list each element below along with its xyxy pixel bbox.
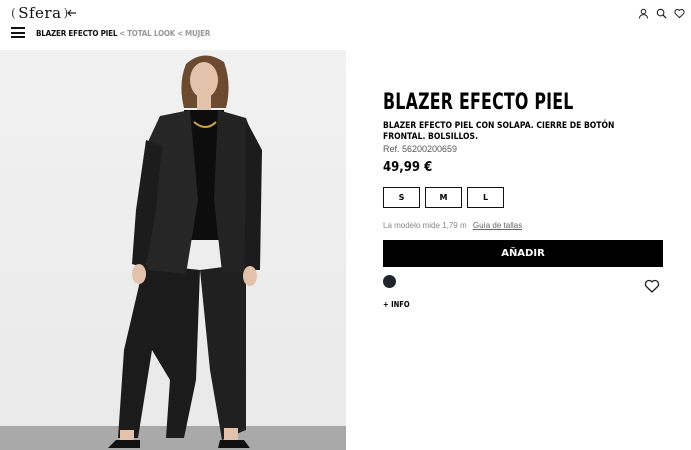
- search-icon[interactable]: [656, 8, 667, 19]
- breadcrumb-current: BLAZER EFECTO PIEL: [36, 29, 118, 38]
- breadcrumb: BLAZER EFECTO PIEL < TOTAL LOOK < MUJER: [36, 29, 210, 38]
- product-image[interactable]: [0, 50, 346, 450]
- logo-paren-left: (: [11, 6, 17, 20]
- header-icons: [638, 8, 685, 19]
- size-guide-link[interactable]: Guía de tallas: [473, 221, 522, 230]
- breadcrumb-total-look[interactable]: TOTAL LOOK: [127, 29, 175, 38]
- back-arrow-icon[interactable]: [66, 7, 78, 19]
- color-swatch[interactable]: [383, 275, 396, 288]
- wishlist-heart-icon[interactable]: [644, 279, 660, 293]
- add-to-cart-button[interactable]: AÑADIR: [383, 240, 663, 267]
- sfera-logo[interactable]: ( Sfera ): [9, 4, 71, 22]
- size-button-l[interactable]: L: [467, 187, 504, 208]
- product-price: 49,99 €: [383, 160, 433, 175]
- model-height-text: La modelo mide 1,79 m: [383, 221, 467, 230]
- size-button-s[interactable]: S: [383, 187, 420, 208]
- breadcrumb-separator: <: [177, 29, 184, 38]
- hamburger-menu-icon[interactable]: [11, 27, 25, 38]
- user-icon[interactable]: [638, 8, 649, 19]
- product-title: BLAZER EFECTO PIEL: [383, 90, 574, 115]
- heart-icon[interactable]: [674, 8, 685, 19]
- size-selector: S M L: [383, 187, 504, 208]
- model-figure: [108, 55, 262, 448]
- model-info: La modelo mide 1,79 m Guía de tallas: [383, 221, 522, 230]
- logo-text: Sfera: [18, 4, 62, 22]
- product-ref: Ref. 56200200659: [383, 144, 458, 154]
- breadcrumb-separator: <: [119, 29, 126, 38]
- breadcrumb-mujer[interactable]: MUJER: [185, 29, 210, 38]
- size-button-m[interactable]: M: [425, 187, 462, 208]
- product-description: BLAZER EFECTO PIEL CON SOLAPA. CIERRE DE…: [383, 121, 615, 142]
- more-info-link[interactable]: + INFO: [383, 300, 410, 309]
